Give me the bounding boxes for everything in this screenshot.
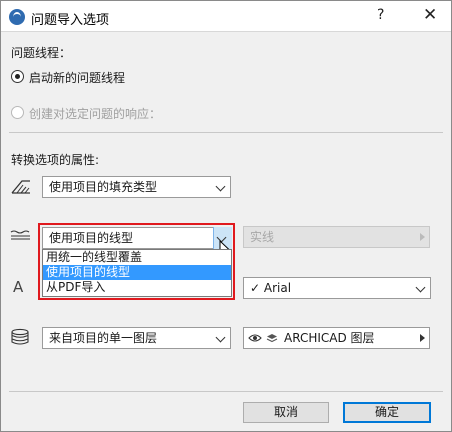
issue-thread-heading: 问题线程：: [11, 46, 72, 60]
line-type-icon: [10, 230, 30, 240]
layer-value: 来自项目的单一图层: [49, 331, 158, 345]
chevron-down-icon: [215, 181, 226, 192]
archicad-app-icon: [9, 9, 25, 25]
font-select[interactable]: ✓ Arial: [243, 277, 431, 299]
line-type-select[interactable]: 使用项目的线型: [42, 227, 232, 249]
chevron-down-icon: [215, 332, 226, 343]
line-option-override[interactable]: 用统一的线型覆盖: [43, 250, 231, 265]
layer-select[interactable]: 来自项目的单一图层: [42, 327, 231, 349]
arrow-right-icon: [420, 334, 425, 342]
window-title: 问题导入选项: [31, 13, 110, 28]
ok-button[interactable]: 确定: [343, 402, 431, 423]
line-option-from-pdf[interactable]: 从PDF导入: [43, 280, 231, 295]
override-line-type-select[interactable]: 实线: [243, 226, 430, 248]
override-line-type-value: 实线: [250, 230, 275, 244]
help-button[interactable]: ?: [377, 7, 384, 23]
reply-to-issue-label[interactable]: 创建对选定问题的响应：: [29, 105, 161, 122]
line-option-project[interactable]: 使用项目的线型: [43, 265, 231, 280]
target-layer-select[interactable]: ARCHICAD 图层: [243, 327, 430, 349]
issue-import-options-dialog: 问题导入选项 ? ✕ 问题线程： 启动新的问题线程 创建对选定问题的响应： 转换…: [0, 0, 452, 432]
text-font-icon: A: [13, 278, 24, 296]
fill-type-icon: [11, 180, 30, 194]
close-button[interactable]: ✕: [423, 5, 437, 25]
new-thread-label[interactable]: 启动新的问题线程: [29, 69, 125, 86]
chevron-down-icon: [415, 282, 426, 293]
section-divider: [9, 132, 443, 133]
fill-type-select[interactable]: 使用项目的填充类型: [42, 176, 231, 198]
reply-to-issue-radio[interactable]: [11, 106, 24, 119]
eye-icon: [248, 334, 262, 342]
layer-stack-icon: [266, 334, 278, 343]
line-type-value: 使用项目的线型: [49, 231, 134, 245]
cancel-button[interactable]: 取消: [243, 402, 329, 423]
line-type-dropdown-list: 用统一的线型覆盖 使用项目的线型 从PDF导入: [42, 249, 232, 297]
fill-type-value: 使用项目的填充类型: [49, 180, 158, 194]
convert-options-heading: 转换选项的属性:: [11, 153, 100, 167]
footer-divider: [9, 391, 443, 392]
font-value: Arial: [263, 281, 292, 295]
layers-icon: [11, 328, 29, 345]
new-thread-radio[interactable]: [11, 70, 24, 83]
title-bar: 问题导入选项 ? ✕: [1, 1, 451, 32]
font-check-icon: ✓: [250, 281, 261, 295]
target-layer-value: ARCHICAD 图层: [284, 331, 375, 345]
arrow-right-icon: [420, 233, 425, 241]
